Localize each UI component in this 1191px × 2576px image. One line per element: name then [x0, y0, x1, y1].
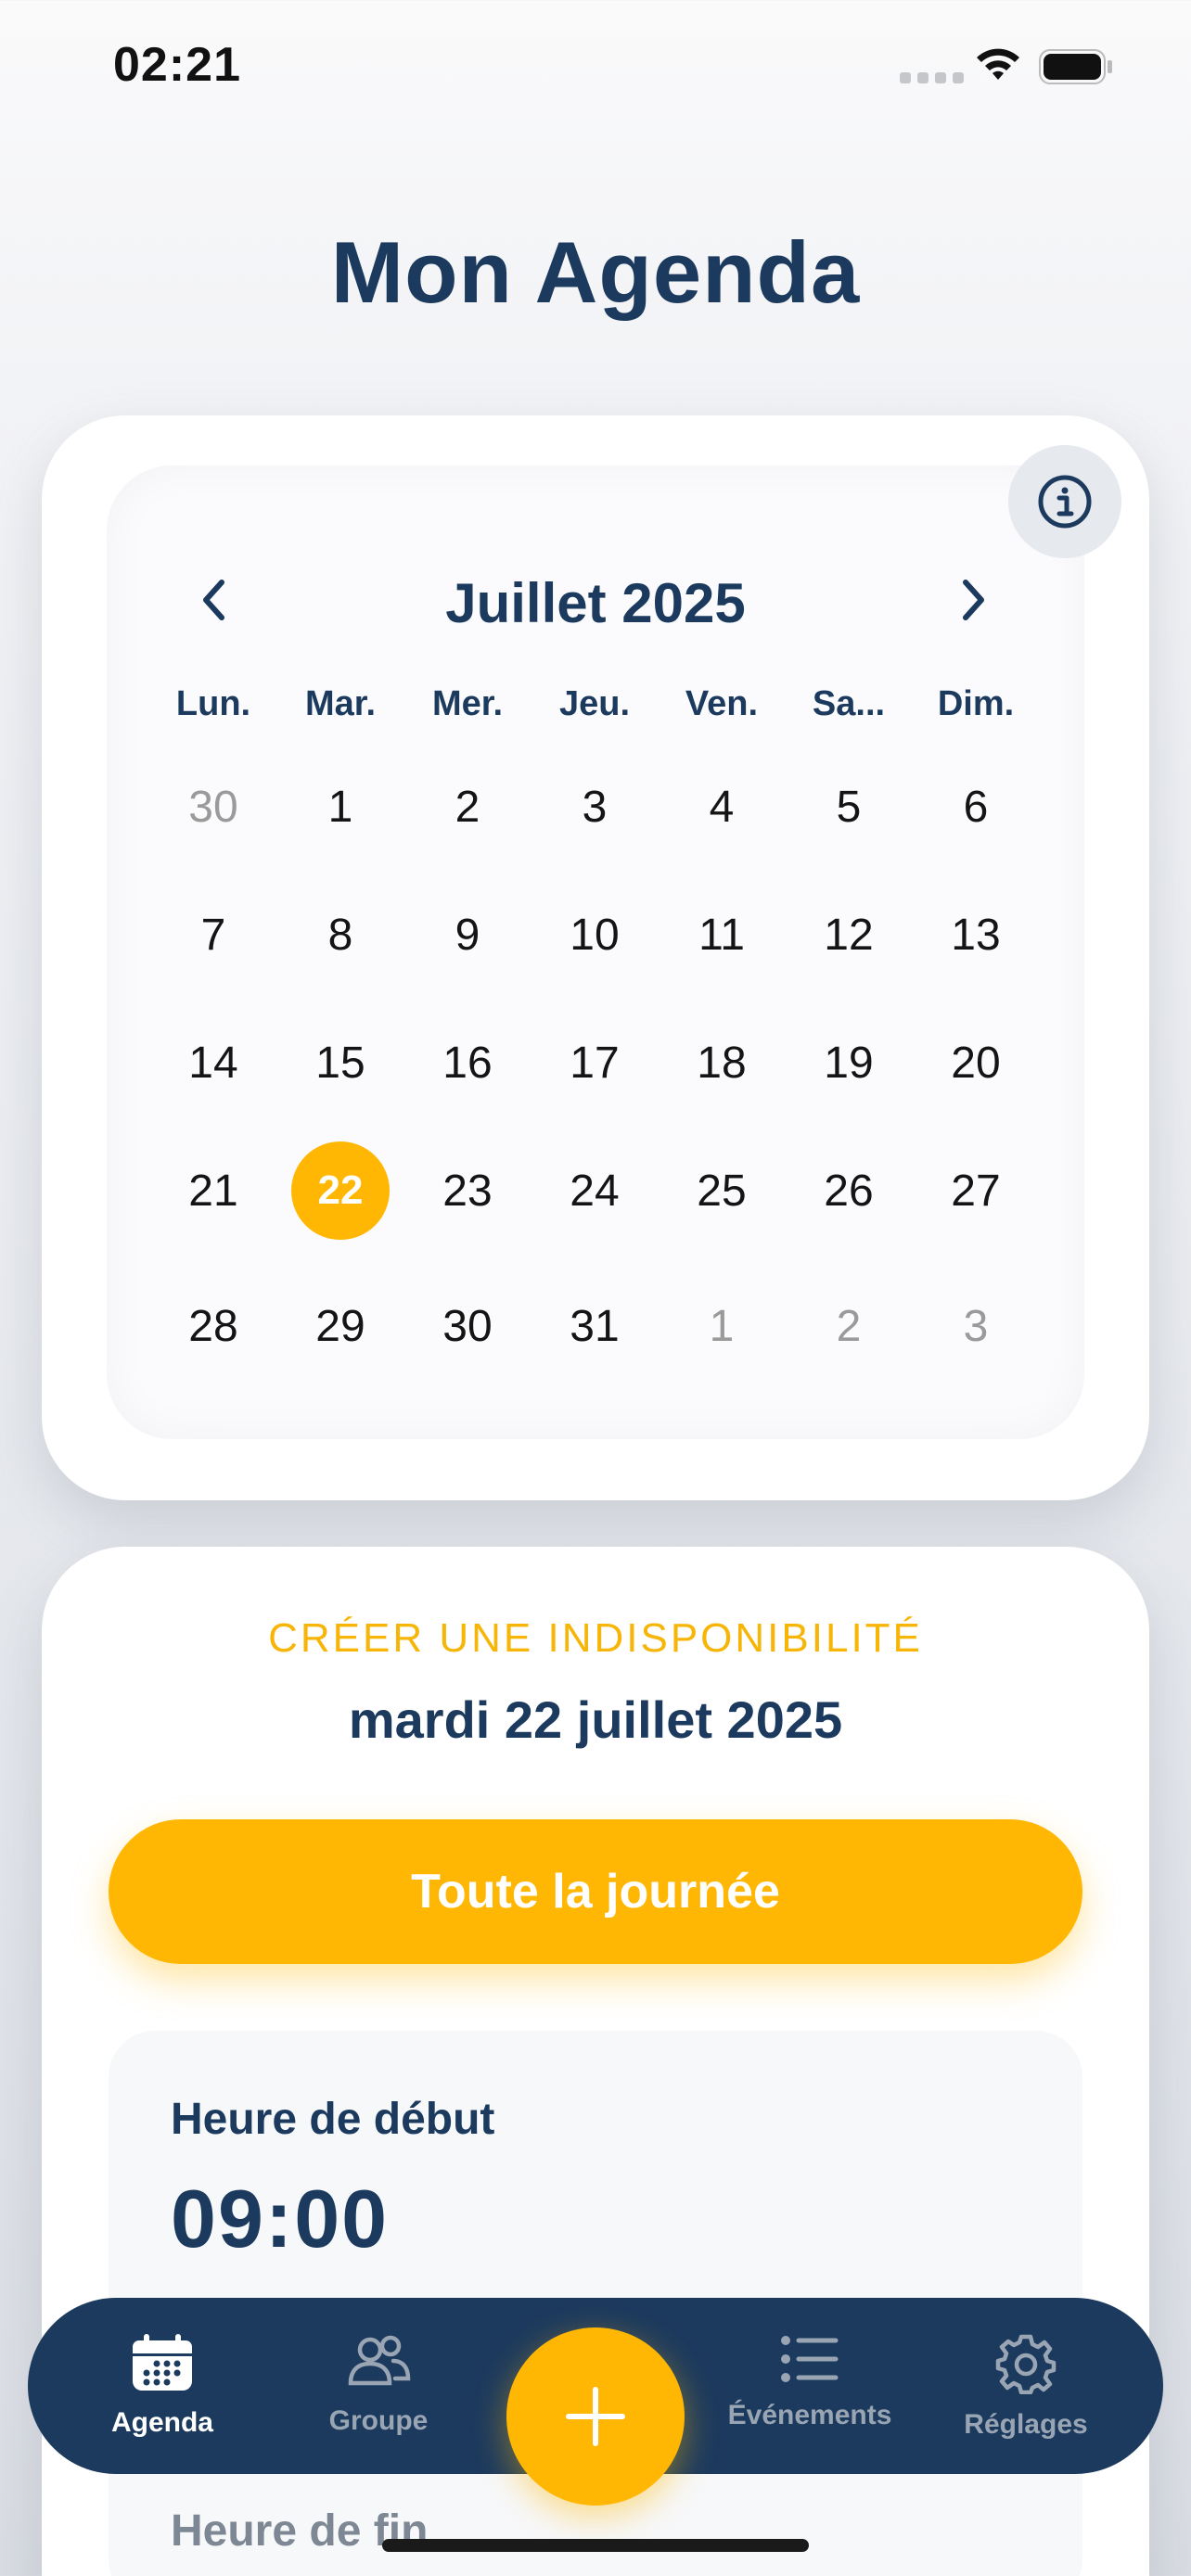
calendar-day[interactable]: 19	[800, 1014, 898, 1112]
calendar-day[interactable]: 2	[800, 1277, 898, 1375]
status-time: 02:21	[113, 38, 241, 92]
tab-label: Agenda	[110, 2407, 213, 2438]
start-time-value[interactable]: 09:00	[171, 2172, 389, 2266]
calendar-day-selected[interactable]: 22	[291, 1141, 390, 1240]
calendar-day[interactable]: 3	[927, 1277, 1025, 1375]
month-title: Juillet 2025	[445, 572, 746, 634]
calendar-day[interactable]: 20	[927, 1014, 1025, 1112]
plus-icon	[566, 2387, 625, 2446]
calendar-day[interactable]: 30	[418, 1277, 517, 1375]
chevron-left-icon	[203, 580, 224, 620]
calendar-day[interactable]: 26	[800, 1141, 898, 1240]
wifi-icon	[977, 48, 1019, 80]
gear-icon	[995, 2334, 1057, 2394]
calendar-day[interactable]: 24	[545, 1141, 644, 1240]
start-time-label: Heure de début	[171, 2095, 495, 2144]
calendar-card: Juillet 2025 Lun. Mar. Mer. Jeu. Ven. Sa... Di…	[42, 415, 1149, 1500]
calendar-day[interactable]: 7	[164, 886, 263, 984]
calendar-day[interactable]: 6	[927, 758, 1025, 856]
calendar-day[interactable]: 9	[418, 886, 517, 984]
calendar-day[interactable]: 13	[927, 886, 1025, 984]
cellular-signal-icon	[900, 72, 964, 83]
weekday-header: Lun. Mar. Mer. Jeu. Ven. Sa... Dim.	[0, 684, 1191, 740]
next-month-button[interactable]	[946, 567, 1002, 632]
calendar-day[interactable]: 3	[545, 758, 644, 856]
calendar-day[interactable]: 14	[164, 1014, 263, 1112]
weekday-label: Jeu.	[558, 684, 631, 723]
calendar-day[interactable]: 15	[291, 1014, 390, 1112]
weekday-label: Mar.	[304, 684, 377, 723]
tab-evenements[interactable]: Événements	[708, 2333, 912, 2454]
weekday-label: Dim.	[937, 684, 1015, 723]
calendar-day[interactable]: 29	[291, 1277, 390, 1375]
calendar-day[interactable]: 21	[164, 1141, 263, 1240]
previous-month-button[interactable]	[186, 567, 241, 632]
section-kicker: CRÉER UNE INDISPONIBILITÉ	[268, 1615, 923, 1661]
tab-label: Groupe	[328, 2405, 429, 2436]
tab-label: Événements	[727, 2400, 892, 2430]
weekday-label: Ven.	[685, 684, 759, 723]
weekday-label: Sa...	[812, 684, 886, 723]
calendar-day[interactable]: 12	[800, 886, 898, 984]
calendar-day[interactable]: 16	[418, 1014, 517, 1112]
calendar-day[interactable]: 23	[418, 1141, 517, 1240]
selected-date: mardi 22 juillet 2025	[348, 1690, 843, 1749]
calendar-day[interactable]: 25	[672, 1141, 771, 1240]
calendar-day[interactable]: 2	[418, 758, 517, 856]
status-bar: 02:21	[0, 0, 1191, 130]
calendar-day[interactable]: 31	[545, 1277, 644, 1375]
page-title: Mon Agenda	[330, 223, 861, 321]
calendar-day[interactable]: 27	[927, 1141, 1025, 1240]
battery-icon	[1039, 49, 1112, 84]
all-day-button[interactable]: Toute la journée	[109, 1819, 1082, 1964]
calendar-day[interactable]: 4	[672, 758, 771, 856]
calendar-day[interactable]: 5	[800, 758, 898, 856]
weekday-label: Lun.	[175, 684, 251, 723]
list-icon	[781, 2336, 839, 2382]
calendar-day[interactable]: 1	[672, 1277, 771, 1375]
calendar-day[interactable]: 10	[545, 886, 644, 984]
tab-reglages[interactable]: Réglages	[924, 2333, 1128, 2454]
calendar-icon	[133, 2334, 192, 2391]
calendar-day[interactable]: 30	[164, 758, 263, 856]
chevron-right-icon	[963, 580, 984, 620]
calendar-day[interactable]: 11	[672, 886, 771, 984]
tab-label: Réglages	[964, 2409, 1088, 2440]
calendar-day[interactable]: 8	[291, 886, 390, 984]
calendar-day[interactable]: 28	[164, 1277, 263, 1375]
calendar-day[interactable]: 1	[291, 758, 390, 856]
calendar-day[interactable]: 18	[672, 1014, 771, 1112]
calendar-day[interactable]: 17	[545, 1014, 644, 1112]
group-icon	[348, 2335, 411, 2386]
home-indicator	[382, 2539, 809, 2552]
tab-agenda[interactable]: Agenda	[60, 2333, 264, 2454]
tab-groupe[interactable]: Groupe	[276, 2333, 480, 2454]
add-button[interactable]	[506, 2327, 685, 2506]
weekday-label: Mer.	[431, 684, 504, 723]
